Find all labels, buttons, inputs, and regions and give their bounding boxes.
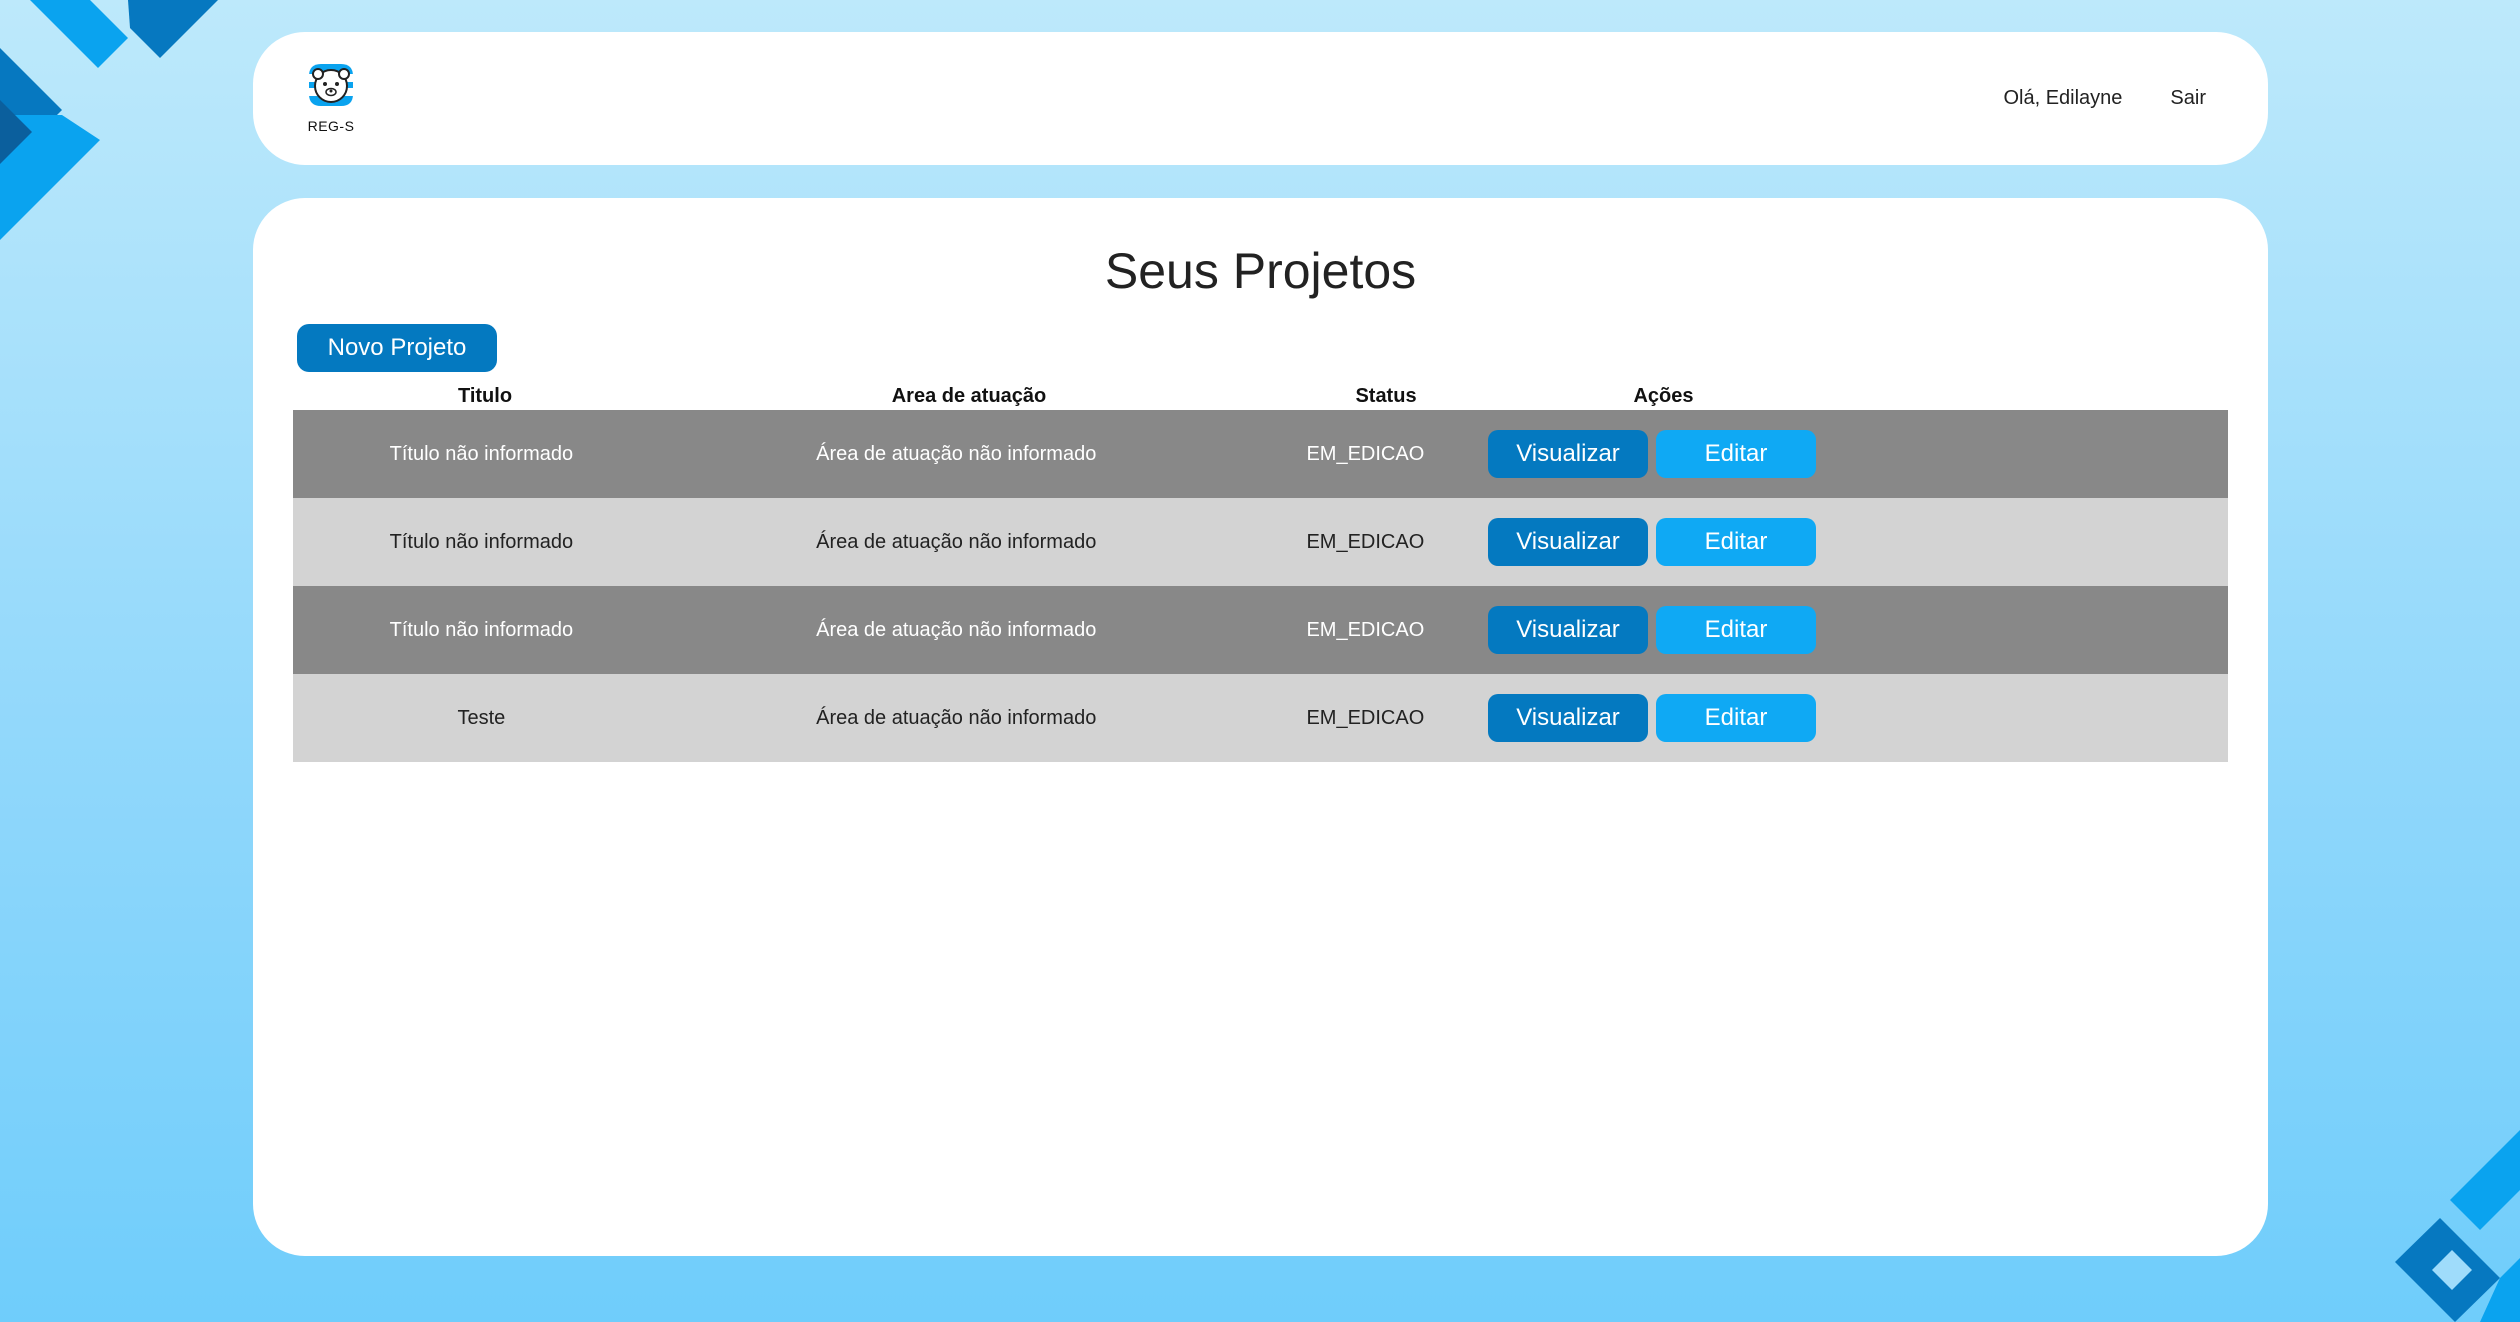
top-header: REG-S Olá, Edilayne Sair [253, 32, 2268, 165]
view-button[interactable]: Visualizar [1488, 430, 1648, 478]
edit-button[interactable]: Editar [1656, 606, 1816, 654]
column-header-title: Titulo [457, 384, 513, 407]
cell-title: Título não informado [389, 618, 574, 641]
user-greeting: Olá, Edilayne [2003, 87, 2123, 109]
cell-actions: Visualizar Editar [1488, 694, 2228, 742]
column-header-actions: Ações [1633, 384, 1694, 407]
cell-area: Área de atuação não informado [816, 442, 1097, 465]
cell-status: EM_EDICAO [1306, 618, 1425, 641]
cell-title: Título não informado [389, 442, 574, 465]
projects-panel: Seus Projetos Novo Projeto Titulo Area d… [253, 198, 2268, 1256]
cell-status: EM_EDICAO [1306, 530, 1425, 553]
corner-decoration-top-left [0, 0, 218, 240]
logo-text: REG-S [307, 118, 355, 134]
table-header: Titulo Area de atuação Status Ações [293, 382, 2228, 410]
cell-title: Teste [457, 706, 506, 729]
cell-actions: Visualizar Editar [1488, 606, 2228, 654]
view-button[interactable]: Visualizar [1488, 606, 1648, 654]
column-header-area: Area de atuação [891, 384, 1047, 407]
cell-area: Área de atuação não informado [816, 706, 1097, 729]
table-row: Título não informado Área de atuação não… [293, 586, 2228, 674]
cell-title: Título não informado [389, 530, 574, 553]
table-row: Título não informado Área de atuação não… [293, 498, 2228, 586]
column-header-status: Status [1355, 384, 1417, 407]
cell-actions: Visualizar Editar [1488, 430, 2228, 478]
projects-table: Titulo Area de atuação Status Ações Títu… [293, 382, 2228, 762]
cell-status: EM_EDICAO [1306, 706, 1425, 729]
cell-status: EM_EDICAO [1306, 442, 1425, 465]
page-title: Seus Projetos [1104, 243, 1417, 299]
cell-area: Área de atuação não informado [816, 530, 1097, 553]
new-project-button[interactable]: Novo Projeto [297, 324, 497, 372]
cell-actions: Visualizar Editar [1488, 518, 2228, 566]
view-button[interactable]: Visualizar [1488, 694, 1648, 742]
edit-button[interactable]: Editar [1656, 694, 1816, 742]
edit-button[interactable]: Editar [1656, 430, 1816, 478]
edit-button[interactable]: Editar [1656, 518, 1816, 566]
table-row: Teste Área de atuação não informado EM_E… [293, 674, 2228, 762]
table-row: Título não informado Área de atuação não… [293, 410, 2228, 498]
view-button[interactable]: Visualizar [1488, 518, 1648, 566]
logout-link[interactable]: Sair [2170, 87, 2206, 110]
user-nav: Olá, Edilayne Sair [2003, 32, 2206, 165]
cell-area: Área de atuação não informado [816, 618, 1097, 641]
corner-decoration-bottom-right [2395, 1130, 2520, 1322]
